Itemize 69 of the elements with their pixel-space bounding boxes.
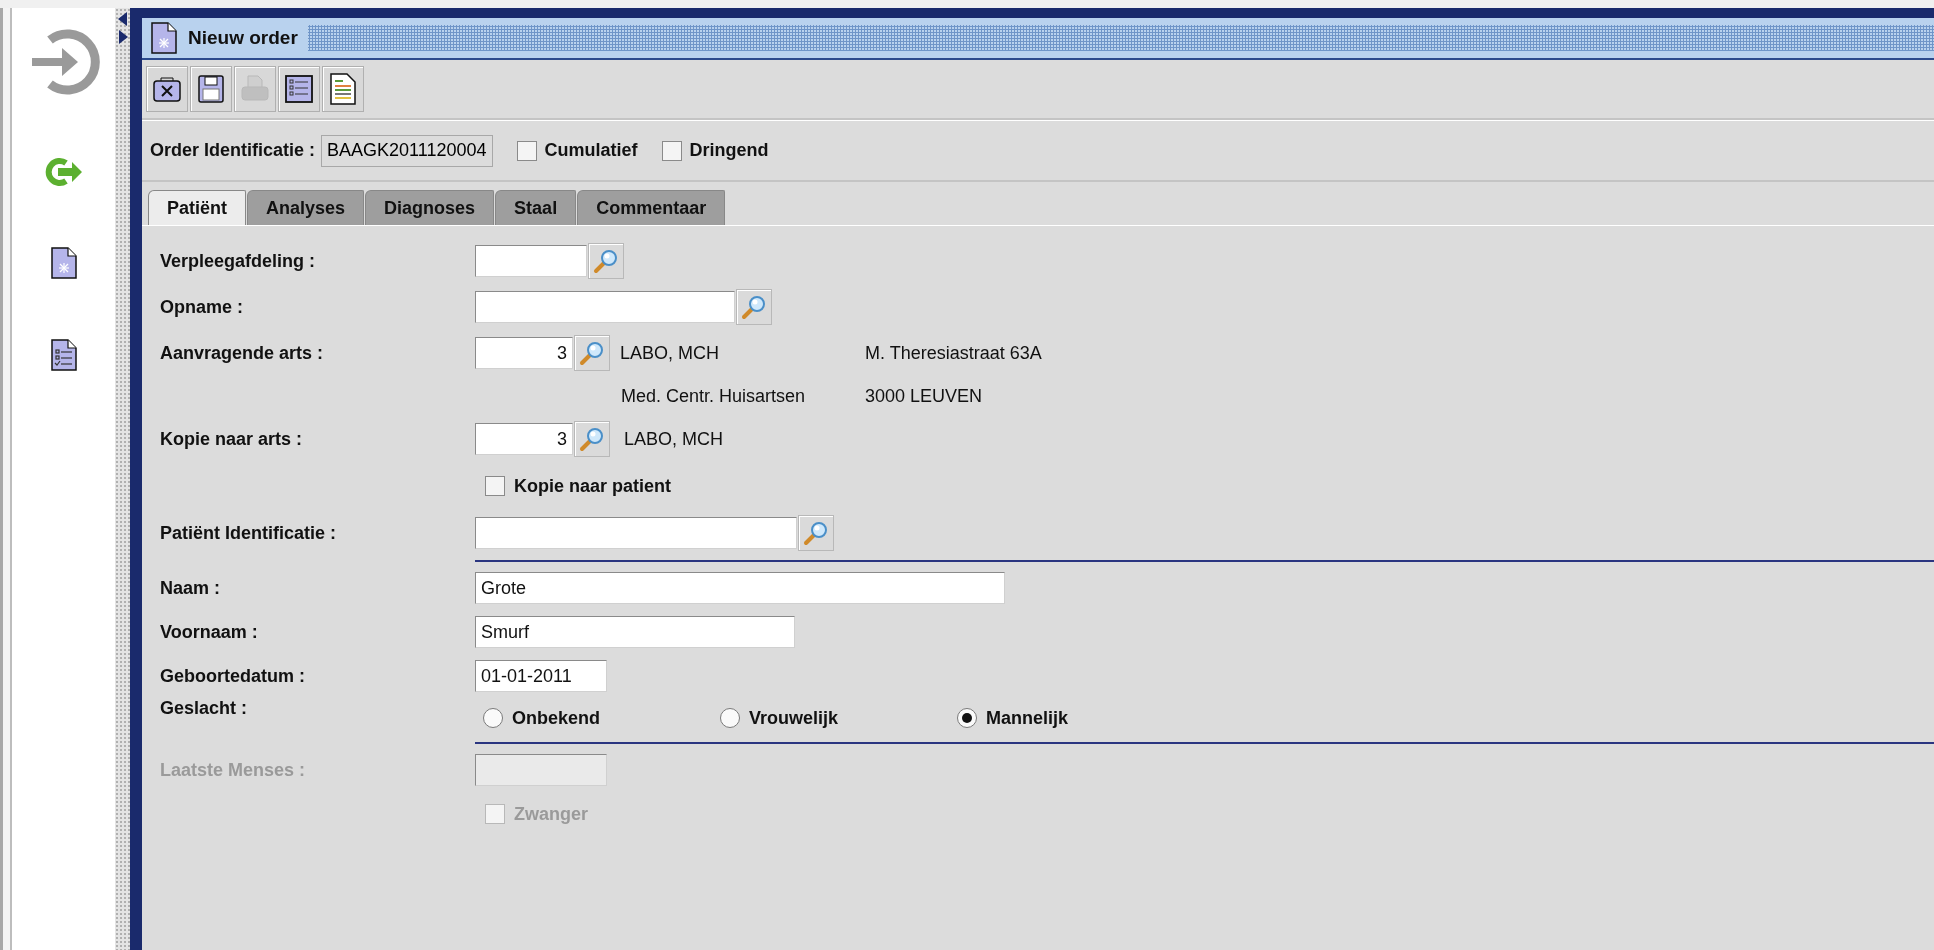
doctor-name: LABO, MCH (624, 428, 724, 450)
field-label: Laatste Menses : (160, 759, 307, 781)
lookup-button[interactable] (588, 243, 624, 279)
checkbox-label: Kopie naar patient (514, 475, 672, 497)
field-label: Kopie naar arts : (160, 428, 304, 450)
checkbox-label: Cumulatief (544, 140, 638, 161)
checkbox[interactable] (516, 140, 537, 161)
checkbox-label: Dringend (689, 140, 769, 161)
tab[interactable]: Analyses (247, 190, 365, 225)
input-field[interactable] (475, 291, 735, 323)
input-field[interactable]: 3 (475, 423, 573, 455)
radio-option[interactable]: Vrouwelijk (720, 707, 957, 729)
field-label: Naam : (160, 577, 222, 599)
field-label: Patiënt Identificatie : (160, 522, 338, 544)
list-button[interactable] (278, 66, 320, 112)
order-id-field[interactable]: BAAGK2011120004 (321, 134, 493, 167)
tab[interactable]: Patiënt (148, 190, 246, 225)
tab[interactable]: Commentaar (577, 190, 726, 225)
lookup-button[interactable] (736, 289, 772, 325)
checkbox[interactable] (485, 476, 505, 496)
delete-icon (152, 75, 182, 103)
lookup-button[interactable] (574, 335, 610, 371)
radio-button[interactable] (483, 708, 503, 728)
field-label: Aanvragende arts : (160, 342, 325, 364)
field-label: Verpleegafdeling : (160, 250, 317, 272)
expand-right-icon[interactable] (117, 30, 128, 44)
radio-option[interactable]: Mannelijk (957, 707, 1194, 729)
search-icon (803, 520, 829, 546)
search-icon (741, 294, 767, 320)
collapse-left-icon[interactable] (117, 12, 128, 26)
input-field[interactable]: 01-01-2011 (475, 660, 607, 692)
tab[interactable]: Staal (495, 190, 577, 225)
field-label: Voornaam : (160, 621, 259, 643)
radio-option[interactable]: Onbekend (483, 707, 720, 729)
checklist-document-icon[interactable] (49, 338, 78, 372)
checkbox-label: Zwanger (514, 803, 588, 825)
window-title: Nieuw order (188, 27, 298, 49)
field-label: Opname : (160, 296, 244, 318)
new-document-icon[interactable] (150, 21, 178, 55)
input-field[interactable]: Smurf (475, 616, 795, 648)
tab[interactable]: Diagnoses (365, 190, 495, 225)
checkbox[interactable] (661, 140, 682, 161)
lookup-button[interactable] (798, 515, 834, 551)
doctor-name: LABO, MCH (620, 342, 720, 364)
search-icon (579, 426, 605, 452)
input-field[interactable] (475, 245, 587, 277)
doctor-city: 3000 LEUVEN (865, 385, 984, 407)
doctor-address: M. Theresiastraat 63A (865, 342, 1043, 364)
report-icon (329, 72, 357, 106)
input-field[interactable] (475, 754, 607, 786)
input-field[interactable]: 3 (475, 337, 573, 369)
radio-button[interactable] (957, 708, 977, 728)
report-button[interactable] (322, 66, 364, 112)
printer-icon (240, 74, 270, 104)
search-icon (579, 340, 605, 366)
new-document-icon[interactable] (49, 246, 78, 280)
search-icon (593, 248, 619, 274)
delete-button[interactable] (146, 66, 188, 112)
list-icon (284, 74, 314, 104)
input-field[interactable] (475, 517, 797, 549)
lookup-button[interactable] (574, 421, 610, 457)
field-label: Geslacht : (160, 698, 249, 719)
save-button[interactable] (190, 66, 232, 112)
radio-button[interactable] (720, 708, 740, 728)
doctor-organisation: Med. Centr. Huisartsen (621, 385, 807, 407)
refresh-icon[interactable] (43, 156, 84, 188)
input-field[interactable]: Grote (475, 572, 1005, 604)
field-label: Geboortedatum : (160, 665, 306, 687)
field-label: Order Identificatie : (150, 140, 316, 161)
